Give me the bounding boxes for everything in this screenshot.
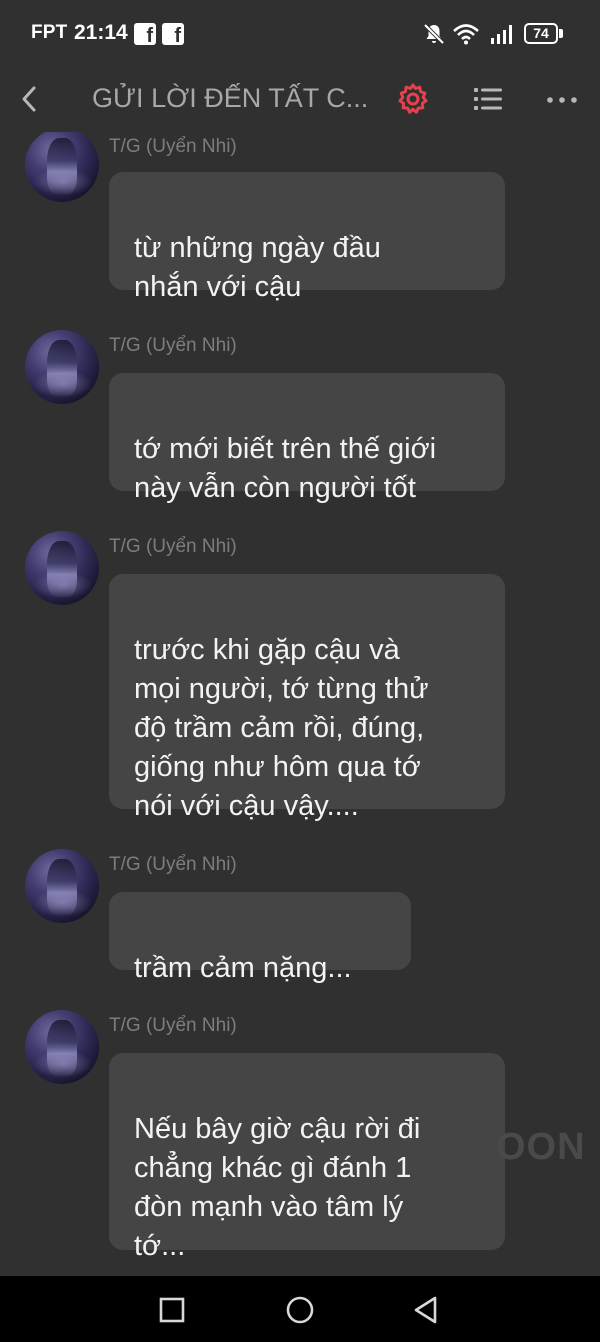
avatar[interactable] — [25, 330, 99, 404]
message-bubble[interactable]: Nếu bây giờ cậu rời đi chẳng khác gì đán… — [109, 1053, 505, 1262]
avatar[interactable] — [25, 132, 99, 202]
message-bubble[interactable]: tớ mới biết trên thế giới này vẫn còn ng… — [109, 373, 505, 504]
battery-icon: 74 — [524, 23, 558, 44]
sender-name: T/G (Uyển Nhi) — [109, 536, 237, 557]
battery-cap — [559, 29, 563, 38]
message-text: trước khi gặp cậu và mọi người, tớ từng … — [134, 634, 429, 822]
chat-thread[interactable]: T/G (Uyển Nhi) từ những ngày đầu nhắn vớ… — [0, 132, 600, 1276]
carrier-label: FPT — [31, 22, 68, 43]
clock: 21:14 — [74, 21, 128, 44]
battery-level: 74 — [533, 25, 549, 41]
message-bubble[interactable]: trầm cảm nặng... — [109, 892, 411, 984]
message-bubble[interactable]: trước khi gặp cậu và mọi người, tớ từng … — [109, 574, 505, 822]
facebook-icon: f — [134, 23, 156, 45]
list-icon[interactable] — [472, 84, 504, 114]
signal-icon — [491, 25, 512, 44]
watermark-text: OON — [496, 1126, 586, 1168]
message-text: tớ mới biết trên thế giới này vẫn còn ng… — [134, 433, 437, 504]
back-icon[interactable] — [410, 1294, 442, 1326]
system-nav-bar — [0, 1276, 600, 1342]
sender-name: T/G (Uyển Nhi) — [109, 136, 237, 157]
avatar[interactable] — [25, 531, 99, 605]
message-bubble[interactable]: từ những ngày đầu nhắn với cậu — [109, 172, 505, 303]
message-text: trầm cảm nặng... — [134, 952, 352, 984]
back-chevron-icon[interactable] — [12, 80, 48, 118]
home-icon[interactable] — [284, 1294, 316, 1326]
message-text: Nếu bây giờ cậu rời đi chẳng khác gì đán… — [134, 1113, 421, 1262]
screen: FPT 21:14 f f 74 GỬI LỜI ĐẾN TẤT C... T/… — [0, 0, 600, 1342]
bell-off-icon — [423, 23, 445, 45]
wifi-icon — [453, 24, 479, 45]
message-text: từ những ngày đầu nhắn với cậu — [134, 232, 381, 303]
facebook-icon: f — [162, 23, 184, 45]
avatar[interactable] — [25, 1010, 99, 1084]
more-dots-icon[interactable] — [544, 84, 580, 114]
status-bar: FPT 21:14 f f 74 — [0, 0, 600, 66]
sender-name: T/G (Uyển Nhi) — [109, 854, 237, 875]
gear-icon[interactable] — [396, 82, 430, 116]
page-title: GỬI LỜI ĐẾN TẤT C... — [92, 83, 367, 113]
recent-apps-icon[interactable] — [156, 1294, 188, 1326]
avatar[interactable] — [25, 849, 99, 923]
sender-name: T/G (Uyển Nhi) — [109, 1015, 237, 1036]
sender-name: T/G (Uyển Nhi) — [109, 335, 237, 356]
app-header: GỬI LỜI ĐẾN TẤT C... — [0, 66, 600, 132]
